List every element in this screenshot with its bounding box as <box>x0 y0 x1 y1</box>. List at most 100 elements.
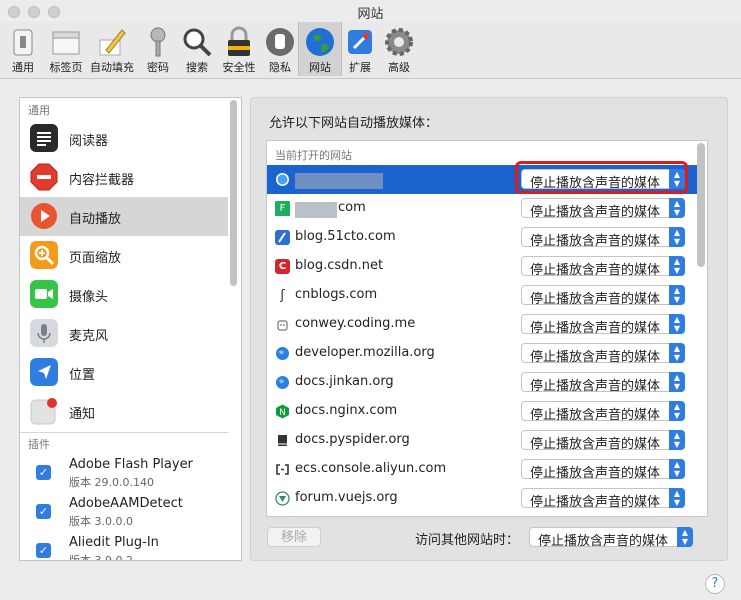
autoplay-setting-select[interactable]: 停止播放含声音的媒体 ▲ ▼ <box>521 459 685 481</box>
autoplay-setting-select[interactable]: 停止播放含声音的媒体 ▲ ▼ <box>521 256 685 278</box>
globe-icon <box>276 347 289 360</box>
autoplay-setting-select[interactable]: 停止播放含声音的媒体 ▲ ▼ <box>521 198 685 220</box>
tabs-icon <box>52 31 80 55</box>
table-row[interactable]: docs.jinkan.org 停止播放含声音的媒体 ▲ ▼ <box>267 368 697 397</box>
table-row[interactable]: ʃ cnblogs.com 停止播放含声音的媒体 ▲ ▼ <box>267 281 697 310</box>
notification-icon <box>30 398 57 425</box>
toolbar-tabs[interactable]: 标签页 <box>44 22 88 76</box>
51cto-icon <box>275 230 290 245</box>
highlight-annotation <box>515 161 688 194</box>
autoplay-setting-select[interactable]: 停止播放含声音的媒体 ▲ ▼ <box>521 430 685 452</box>
window-title: 网站 <box>357 7 384 22</box>
sidebar-item-reader[interactable]: 阅读器 <box>20 119 228 158</box>
table-row[interactable]: N docs.nginx.com 停止播放含声音的媒体 ▲ ▼ <box>267 397 697 426</box>
table-row[interactable]: conwey.coding.me 停止播放含声音的媒体 ▲ ▼ <box>267 310 697 339</box>
redacted-site <box>295 173 383 189</box>
stop-sign-icon <box>30 163 58 191</box>
table-row[interactable]: forum.vuejs.org 停止播放含声音的媒体 ▲ ▼ <box>267 484 697 513</box>
redacted-site <box>295 202 337 218</box>
toolbar-privacy[interactable]: 隐私 <box>262 22 298 76</box>
remove-button[interactable]: 移除 <box>267 527 321 547</box>
cnblogs-icon: ʃ <box>280 288 285 303</box>
other-sites-label: 访问其他网站时： <box>415 533 520 548</box>
sidebar-item-notifications[interactable]: 通知 <box>20 392 228 431</box>
plugins-section-header: 插件 <box>28 438 50 451</box>
chevron-updown-icon: ▲ ▼ <box>669 256 685 276</box>
general-switch-icon <box>13 29 33 56</box>
table-row[interactable]: F com 停止播放含声音的媒体 ▲ ▼ <box>267 194 697 223</box>
plugin-item-aliedit[interactable]: ✓ Aliedit Plug-In 版本 3.9.0.2 <box>20 531 228 560</box>
plugin-item-flash[interactable]: ✓ Adobe Flash Player 版本 29.0.0.140 <box>20 453 228 492</box>
vue-icon <box>275 491 290 506</box>
autoplay-setting-select[interactable]: 停止播放含声音的媒体 ▲ ▼ <box>521 488 685 510</box>
chevron-updown-icon: ▲ ▼ <box>669 314 685 334</box>
autoplay-setting-select[interactable]: 停止播放含声音的媒体 ▲ ▼ <box>521 227 685 249</box>
svg-text:N: N <box>279 408 286 418</box>
sidebar-item-page-zoom[interactable]: 页面缩放 <box>20 236 228 275</box>
sidebar-item-content-blockers[interactable]: 内容拦截器 <box>20 158 228 197</box>
camera-icon <box>30 280 58 308</box>
sidebar-item-autoplay[interactable]: 自动播放 <box>20 197 228 236</box>
sidebar-scrollbar[interactable] <box>230 100 237 286</box>
title-bar: 网站 <box>0 0 741 22</box>
table-row[interactable]: docs.pyspider.org 停止播放含声音的媒体 ▲ ▼ <box>267 426 697 455</box>
sidebar-item-location[interactable]: 位置 <box>20 353 228 392</box>
autoplay-setting-select[interactable]: 停止播放含声音的媒体 ▲ ▼ <box>521 285 685 307</box>
reader-icon <box>30 124 58 152</box>
csdn-icon: C <box>275 259 290 274</box>
magnifier-icon <box>183 28 212 57</box>
autoplay-setting-select[interactable]: 停止播放含声音的媒体 ▲ ▼ <box>521 372 685 394</box>
chevron-updown-icon: ▲ ▼ <box>669 198 685 218</box>
chevron-updown-icon: ▲ ▼ <box>669 227 685 247</box>
gear-icon <box>385 28 413 56</box>
chevron-updown-icon: ▲ ▼ <box>669 401 685 421</box>
chevron-updown-icon: ▲ ▼ <box>669 285 685 305</box>
sidebar-divider <box>20 432 228 433</box>
toolbar-autofill[interactable]: 自动填充 <box>88 22 136 76</box>
plugin-checkbox[interactable]: ✓ <box>36 465 51 480</box>
toolbar-websites[interactable]: 网站 <box>298 22 342 76</box>
padlock-icon <box>228 26 250 56</box>
plugin-item-adobeaam[interactable]: ✓ AdobeAAMDetect 版本 3.0.0.0 <box>20 492 228 531</box>
toolbar-search[interactable]: 搜索 <box>178 22 216 76</box>
autoplay-setting-select[interactable]: 停止播放含声音的媒体 ▲ ▼ <box>521 401 685 423</box>
table-row[interactable]: C blog.csdn.net 停止播放含声音的媒体 ▲ ▼ <box>267 252 697 281</box>
table-row[interactable]: blog.51cto.com 停止播放含声音的媒体 ▲ ▼ <box>267 223 697 252</box>
category-sidebar: 通用 阅读器 内容拦截器 自动播放 页面缩放 摄像头 麦克风 位置 通知 插件 … <box>19 97 242 561</box>
sidebar-item-microphone[interactable]: 麦克风 <box>20 314 228 353</box>
toolbar-security[interactable]: 安全性 <box>218 22 260 76</box>
chevron-updown-icon: ▲ ▼ <box>669 488 685 508</box>
sidebar-item-camera[interactable]: 摄像头 <box>20 275 228 314</box>
help-button[interactable]: ? <box>705 574 725 594</box>
autoplay-setting-select[interactable]: 停止播放含声音的媒体 ▲ ▼ <box>521 314 685 336</box>
chevron-updown-icon: ▲ ▼ <box>669 459 685 479</box>
zoom-icon <box>30 241 58 269</box>
table-row[interactable]: developer.mozilla.org 停止播放含声音的媒体 ▲ ▼ <box>267 339 697 368</box>
toolbar-extensions[interactable]: 扩展 <box>342 22 378 76</box>
preferences-toolbar: 通用 标签页 自动填充 密码 搜索 安全性 隐私 网站 扩展 高级 <box>0 22 741 79</box>
general-section-header: 通用 <box>28 104 50 117</box>
puzzle-icon <box>348 30 372 54</box>
plugin-checkbox[interactable]: ✓ <box>36 543 51 558</box>
autoplay-setting-select[interactable]: 停止播放含声音的媒体 ▲ ▼ <box>521 343 685 365</box>
toolbar-passwords[interactable]: 密码 <box>140 22 176 76</box>
location-arrow-icon <box>30 358 58 386</box>
book-icon <box>278 435 287 446</box>
globe-icon <box>276 376 289 389</box>
green-f-icon: F <box>275 201 290 216</box>
globe-icon <box>276 173 289 186</box>
table-header: 当前打开的网站 <box>275 149 352 162</box>
globe-icon <box>306 28 334 56</box>
toolbar-general[interactable]: 通用 <box>4 22 42 76</box>
hand-icon <box>266 28 294 56</box>
table-scrollbar[interactable] <box>697 143 705 267</box>
plugin-checkbox[interactable]: ✓ <box>36 504 51 519</box>
chevron-updown-icon: ▲ ▼ <box>669 343 685 363</box>
other-sites-select[interactable]: 停止播放含声音的媒体 ▲ ▼ <box>529 527 693 549</box>
play-icon <box>31 203 57 229</box>
microphone-icon <box>30 319 58 347</box>
nginx-icon: N <box>276 404 289 419</box>
table-row[interactable]: ecs.console.aliyun.com 停止播放含声音的媒体 ▲ ▼ <box>267 455 697 484</box>
chevron-updown-icon: ▲ ▼ <box>669 430 685 450</box>
toolbar-advanced[interactable]: 高级 <box>380 22 418 76</box>
